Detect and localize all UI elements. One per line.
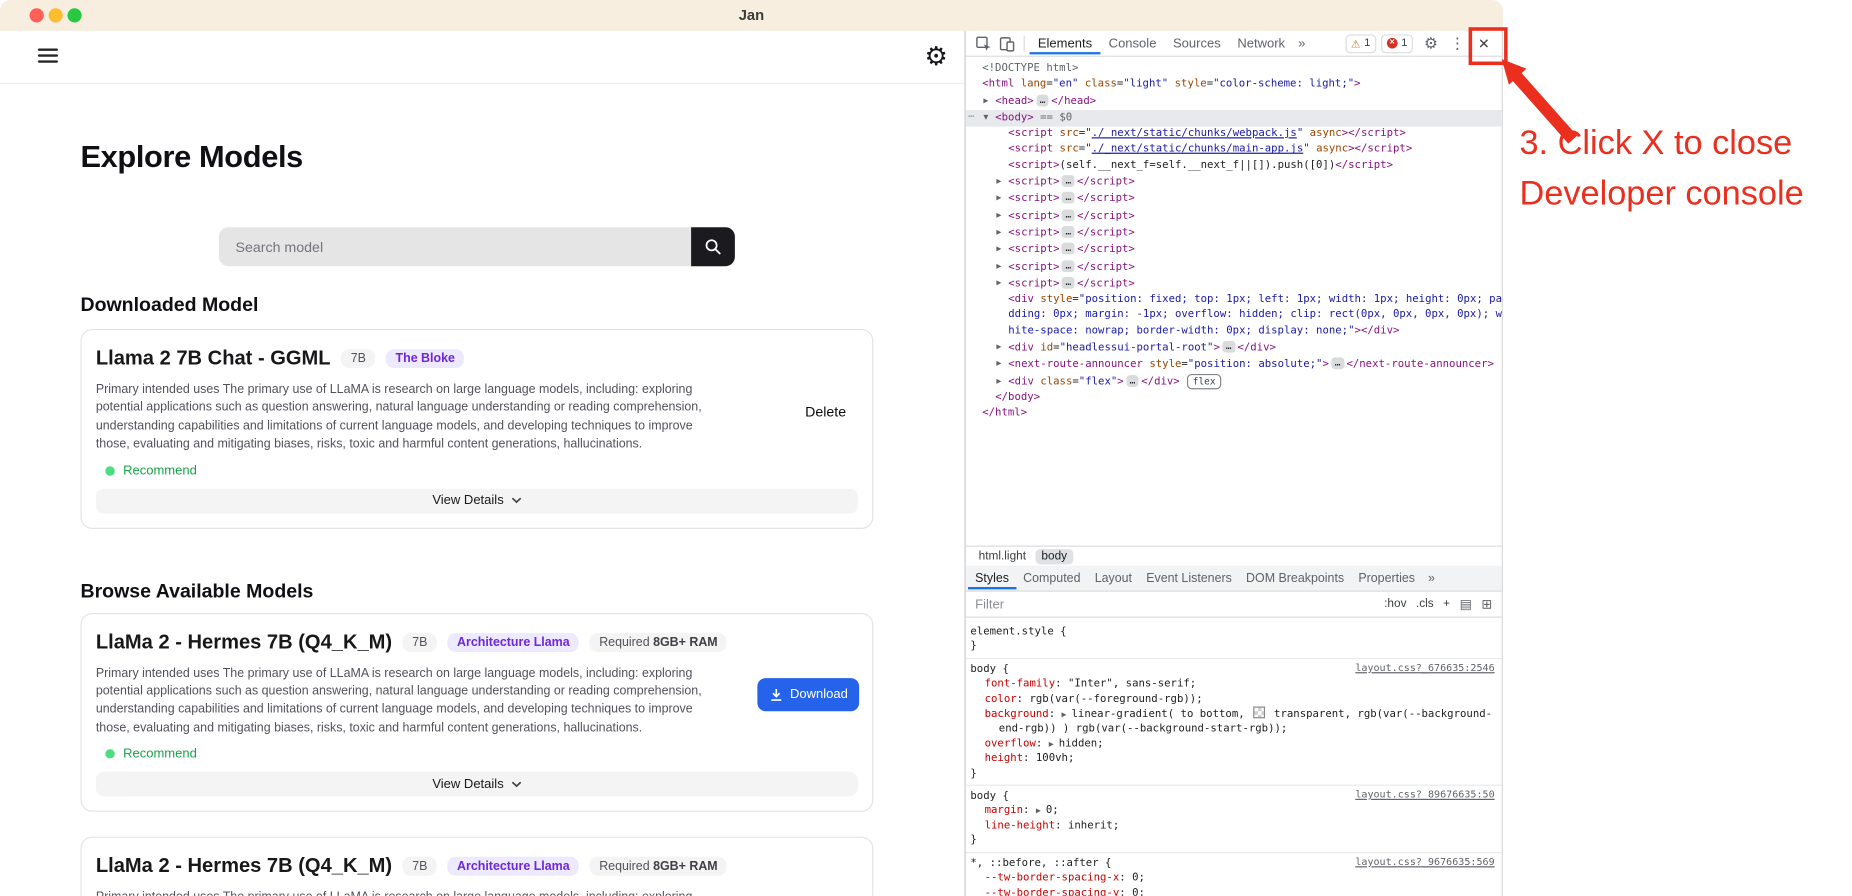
warning-icon: ⚠ xyxy=(1351,37,1361,49)
pseudo-state-toggle[interactable]: :hov xyxy=(1384,598,1406,611)
model-title: Llama 2 7B Chat - GGML xyxy=(96,347,331,371)
tab-sources[interactable]: Sources xyxy=(1165,32,1229,54)
elements-tree[interactable]: <!DOCTYPE html><html lang="en" class="li… xyxy=(966,57,1502,550)
tab-dom-breakpoints[interactable]: DOM Breakpoints xyxy=(1239,567,1351,589)
model-card-title-row: LlaMa 2 - Hermes 7B (Q4_K_M) 7B Architec… xyxy=(96,855,858,879)
crumb-html[interactable]: html.light xyxy=(973,549,1032,564)
search-button[interactable] xyxy=(691,227,735,266)
stylesheet-link[interactable]: layout.css?_9676635:569 xyxy=(1355,856,1494,868)
styles-pane[interactable]: element.style {}layout.css?_676635:2546b… xyxy=(966,618,1502,896)
warning-count: 1 xyxy=(1364,37,1370,50)
page-title: Explore Models xyxy=(80,138,873,175)
tab-console[interactable]: Console xyxy=(1100,32,1164,54)
model-size-badge: 7B xyxy=(341,349,375,368)
recommend-label: Recommend xyxy=(123,747,197,761)
stylesheet-link[interactable]: layout.css?_676635:2546 xyxy=(1355,662,1494,674)
chevron-down-icon xyxy=(511,781,522,788)
stylesheet-link[interactable]: layout.css?_89676635:50 xyxy=(1355,789,1494,801)
annotation-line-1: 3. Click X to close xyxy=(1519,118,1803,169)
model-card-title-row: Llama 2 7B Chat - GGML 7B The Bloke xyxy=(96,347,858,371)
tab-layout[interactable]: Layout xyxy=(1088,567,1140,589)
model-ram-badge: Required 8GB+ RAM xyxy=(590,633,727,652)
new-style-rule-button[interactable]: + xyxy=(1443,598,1450,611)
model-title: LlaMa 2 - Hermes 7B (Q4_K_M) xyxy=(96,855,392,879)
tab-computed[interactable]: Computed xyxy=(1016,567,1088,589)
devtools-panel: ElementsConsoleSourcesNetwork » ⚠ 1 ✕ 1 … xyxy=(964,31,1502,896)
download-icon xyxy=(769,687,783,701)
delete-button[interactable]: Delete xyxy=(805,404,846,421)
devtools-tabs: ElementsConsoleSourcesNetwork xyxy=(1030,31,1294,56)
search-model-input[interactable]: Search model xyxy=(219,227,691,266)
errors-badge[interactable]: ✕ 1 xyxy=(1381,34,1413,53)
search-placeholder: Search model xyxy=(235,238,323,255)
model-description: Primary intended uses The primary use of… xyxy=(96,665,720,738)
model-description: Primary intended uses The primary use of… xyxy=(96,381,720,454)
layout-panel-icon[interactable]: ⊞ xyxy=(1481,596,1492,611)
window-title: Jan xyxy=(0,0,1503,31)
more-tabs-icon[interactable]: » xyxy=(1422,571,1441,585)
download-button[interactable]: Download xyxy=(757,678,859,711)
warnings-badge[interactable]: ⚠ 1 xyxy=(1345,34,1376,53)
downloaded-model-heading: Downloaded Model xyxy=(80,295,873,317)
view-details-label: View Details xyxy=(432,494,503,508)
window-titlebar: Jan xyxy=(0,0,1503,32)
download-label: Download xyxy=(790,687,848,701)
tab-network[interactable]: Network xyxy=(1229,32,1293,54)
styles-filter-input[interactable]: Filter xyxy=(975,597,1004,611)
error-count: 1 xyxy=(1401,37,1407,50)
annotation-line-2: Developer console xyxy=(1519,169,1803,220)
recommend-row: Recommend xyxy=(105,747,858,761)
more-tabs-icon[interactable]: » xyxy=(1293,36,1310,50)
model-architecture-badge: Architecture Llama xyxy=(448,633,580,652)
model-size-badge: 7B xyxy=(403,633,437,652)
crumb-body[interactable]: body xyxy=(1035,549,1072,564)
devtools-settings-icon[interactable]: ⚙ xyxy=(1424,34,1438,53)
inspect-icon[interactable] xyxy=(972,31,996,55)
error-icon: ✕ xyxy=(1387,38,1398,49)
styles-filter-bar: Filter :hov .cls + ▤ ⊞ xyxy=(966,592,1502,618)
settings-gear-icon[interactable]: ⚙ xyxy=(925,37,948,77)
tab-properties[interactable]: Properties xyxy=(1351,567,1422,589)
breadcrumb: html.lightbody xyxy=(966,546,1502,567)
recommend-row: Recommend xyxy=(105,463,858,477)
devtools-toolbar: ElementsConsoleSourcesNetwork » ⚠ 1 ✕ 1 … xyxy=(966,31,1502,57)
model-ram-badge: Required 8GB+ RAM xyxy=(590,857,727,876)
search-icon xyxy=(704,238,722,256)
recommend-dot-icon xyxy=(105,466,114,475)
browse-models-heading: Browse Available Models xyxy=(80,581,873,603)
tab-elements[interactable]: Elements xyxy=(1030,32,1101,54)
model-card: LlaMa 2 - Hermes 7B (Q4_K_M) 7B Architec… xyxy=(80,613,873,813)
class-toggle[interactable]: .cls xyxy=(1416,598,1434,611)
app-content: Explore Models Search model Downloaded M… xyxy=(0,138,873,895)
app-header: ⚙ xyxy=(0,31,964,84)
toolbar-divider xyxy=(1024,35,1025,52)
model-author-badge: The Bloke xyxy=(386,349,464,368)
computed-panel-icon[interactable]: ▤ xyxy=(1460,596,1472,611)
model-title: LlaMa 2 - Hermes 7B (Q4_K_M) xyxy=(96,630,392,654)
model-card-title-row: LlaMa 2 - Hermes 7B (Q4_K_M) 7B Architec… xyxy=(96,630,858,654)
model-card: Llama 2 7B Chat - GGML 7B The Bloke Prim… xyxy=(80,329,873,529)
screenshot-stage: Jan ⚙ Explore Models Search model Downlo… xyxy=(0,0,1852,896)
view-details-label: View Details xyxy=(432,777,503,791)
recommend-dot-icon xyxy=(105,749,114,758)
chevron-down-icon xyxy=(511,497,522,504)
model-architecture-badge: Architecture Llama xyxy=(448,857,580,876)
jan-app-panel: ⚙ Explore Models Search model Downloaded… xyxy=(0,31,964,896)
styles-sidebar-tabs: StylesComputedLayoutEvent ListenersDOM B… xyxy=(966,566,1502,592)
model-size-badge: 7B xyxy=(403,857,437,876)
kebab-menu-icon[interactable]: ⋮ xyxy=(1450,34,1465,53)
view-details-button[interactable]: View Details xyxy=(96,488,858,513)
device-toolbar-icon[interactable] xyxy=(995,31,1019,55)
search-bar: Search model xyxy=(219,227,735,266)
model-description: Primary intended uses The primary use of… xyxy=(96,889,720,896)
tab-styles[interactable]: Styles xyxy=(968,567,1016,589)
recommend-label: Recommend xyxy=(123,463,197,477)
annotation-text: 3. Click X to close Developer console xyxy=(1519,118,1803,220)
model-card: LlaMa 2 - Hermes 7B (Q4_K_M) 7B Architec… xyxy=(80,837,873,896)
view-details-button[interactable]: View Details xyxy=(96,772,858,797)
tab-event-listeners[interactable]: Event Listeners xyxy=(1139,567,1239,589)
menu-icon[interactable] xyxy=(38,49,59,67)
